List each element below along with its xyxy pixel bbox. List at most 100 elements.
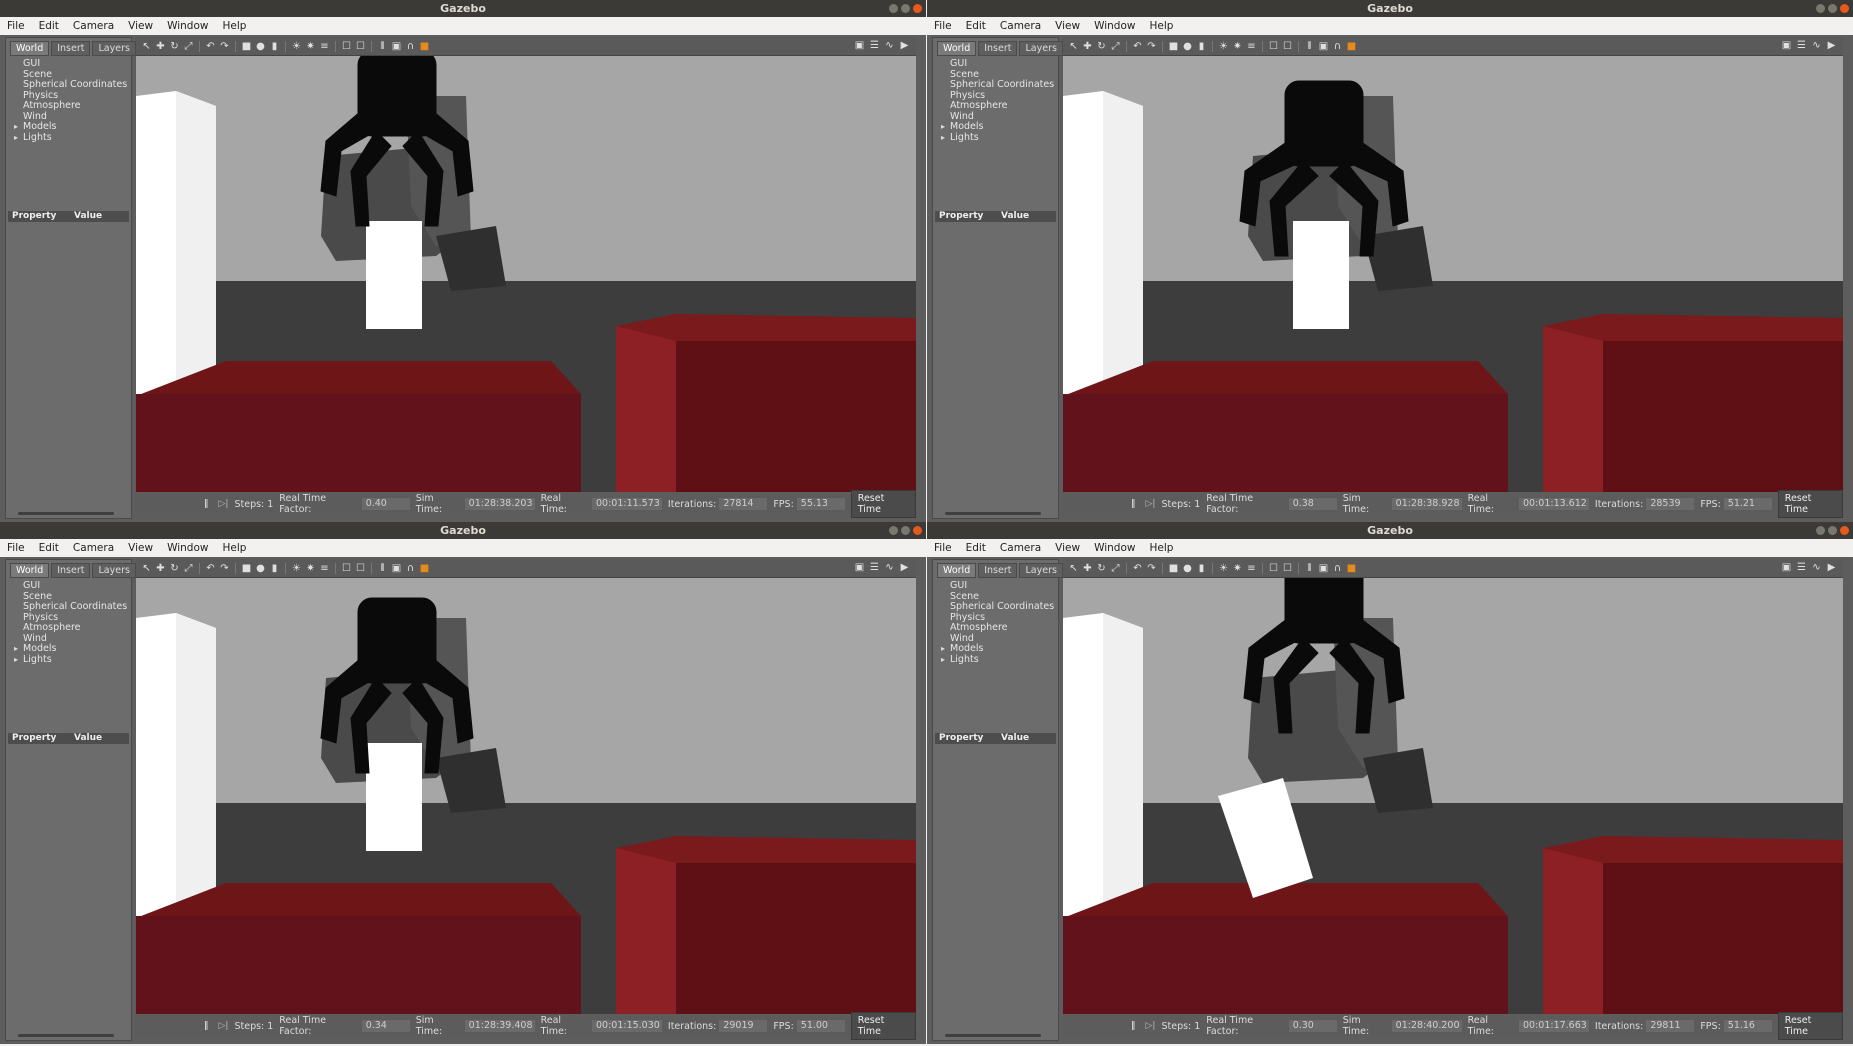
video-icon[interactable]: ▶ — [899, 562, 910, 573]
tree-item-models[interactable]: Models — [933, 643, 1058, 655]
spot-light-icon[interactable]: ✷ — [1232, 563, 1243, 574]
point-light-icon[interactable]: ☀ — [291, 41, 302, 52]
plot-icon[interactable]: ∿ — [1811, 40, 1822, 51]
align-icon[interactable]: ⫴ — [1304, 563, 1315, 574]
close-icon[interactable] — [1840, 526, 1849, 535]
menu-file[interactable]: File — [927, 20, 959, 32]
menu-view[interactable]: View — [121, 542, 160, 554]
plot-icon[interactable]: ∿ — [884, 40, 895, 51]
menu-help[interactable]: Help — [215, 542, 253, 554]
tree-item-lights[interactable]: Lights — [933, 654, 1058, 666]
menu-help[interactable]: Help — [1142, 20, 1180, 32]
magnet-icon[interactable]: ∩ — [1332, 563, 1343, 574]
panel-tab-world[interactable]: World — [10, 563, 50, 578]
align-icon[interactable]: ⫴ — [1304, 41, 1315, 52]
cylinder-icon[interactable]: ▮ — [1196, 41, 1207, 52]
tree-item-lights[interactable]: Lights — [6, 132, 131, 144]
box-icon[interactable]: ■ — [241, 563, 252, 574]
tree-item-models[interactable]: Models — [6, 121, 131, 133]
step-icon[interactable]: ▷| — [1146, 1021, 1156, 1031]
paste-icon[interactable]: ☐ — [1282, 41, 1293, 52]
screenshot-icon[interactable]: ▣ — [854, 40, 865, 51]
scale-icon[interactable]: ⤢ — [183, 563, 194, 574]
paste-icon[interactable]: ☐ — [1282, 563, 1293, 574]
point-light-icon[interactable]: ☀ — [1218, 41, 1229, 52]
magnet-icon[interactable]: ∩ — [405, 563, 416, 574]
panel-scrollbar[interactable] — [18, 1034, 114, 1037]
paste-icon[interactable]: ☐ — [355, 563, 366, 574]
rotate-icon[interactable]: ↻ — [169, 41, 180, 52]
box-icon[interactable]: ■ — [241, 41, 252, 52]
sphere-icon[interactable]: ● — [255, 563, 266, 574]
tree-item-gui[interactable]: GUI — [933, 58, 1058, 70]
copy-icon[interactable]: ☐ — [341, 563, 352, 574]
close-icon[interactable] — [913, 4, 922, 13]
copy-icon[interactable]: ☐ — [1268, 41, 1279, 52]
tree-item-atmosphere[interactable]: Atmosphere — [933, 622, 1058, 634]
orange-mode-icon[interactable]: ■ — [419, 563, 430, 574]
menu-camera[interactable]: Camera — [993, 542, 1048, 554]
undo-icon[interactable]: ↶ — [205, 41, 216, 52]
menu-file[interactable]: File — [0, 20, 32, 32]
directional-light-icon[interactable]: ≡ — [1246, 563, 1257, 574]
scale-icon[interactable]: ⤢ — [1110, 41, 1121, 52]
snap-icon[interactable]: ▣ — [391, 563, 402, 574]
directional-light-icon[interactable]: ≡ — [319, 563, 330, 574]
pause-icon[interactable]: ‖ — [204, 1021, 209, 1031]
point-light-icon[interactable]: ☀ — [291, 563, 302, 574]
menu-view[interactable]: View — [1048, 542, 1087, 554]
close-icon[interactable] — [1840, 4, 1849, 13]
maximize-icon[interactable] — [1828, 526, 1837, 535]
snap-icon[interactable]: ▣ — [391, 41, 402, 52]
plot-icon[interactable]: ∿ — [884, 562, 895, 573]
menu-window[interactable]: Window — [160, 542, 215, 554]
align-icon[interactable]: ⫴ — [377, 41, 388, 52]
panel-tab-insert[interactable]: Insert — [51, 41, 91, 56]
rotate-icon[interactable]: ↻ — [1096, 41, 1107, 52]
select-icon[interactable]: ↖ — [1068, 563, 1079, 574]
minimize-icon[interactable] — [889, 526, 898, 535]
tree-item-gui[interactable]: GUI — [6, 580, 131, 592]
tree-item-atmosphere[interactable]: Atmosphere — [6, 622, 131, 634]
menu-edit[interactable]: Edit — [959, 20, 993, 32]
pause-icon[interactable]: ‖ — [1131, 1021, 1136, 1031]
reset-time-button[interactable]: Reset Time — [1777, 1012, 1843, 1040]
select-icon[interactable]: ↖ — [141, 563, 152, 574]
3d-viewport[interactable] — [1063, 578, 1843, 1014]
snap-icon[interactable]: ▣ — [1318, 41, 1329, 52]
panel-tab-world[interactable]: World — [937, 563, 977, 578]
menu-edit[interactable]: Edit — [32, 542, 66, 554]
sphere-icon[interactable]: ● — [255, 41, 266, 52]
menu-camera[interactable]: Camera — [66, 20, 121, 32]
rotate-icon[interactable]: ↻ — [1096, 563, 1107, 574]
minimize-icon[interactable] — [889, 4, 898, 13]
log-icon[interactable]: ☰ — [869, 40, 880, 51]
translate-icon[interactable]: ✚ — [1082, 563, 1093, 574]
tree-item-gui[interactable]: GUI — [6, 58, 131, 70]
panel-tab-world[interactable]: World — [937, 41, 977, 56]
steps-value[interactable]: 1 — [267, 499, 273, 510]
tree-item-models[interactable]: Models — [6, 643, 131, 655]
spot-light-icon[interactable]: ✷ — [305, 563, 316, 574]
sphere-icon[interactable]: ● — [1182, 41, 1193, 52]
redo-icon[interactable]: ↷ — [219, 563, 230, 574]
menu-camera[interactable]: Camera — [993, 20, 1048, 32]
video-icon[interactable]: ▶ — [1826, 562, 1837, 573]
video-icon[interactable]: ▶ — [899, 40, 910, 51]
maximize-icon[interactable] — [901, 526, 910, 535]
pause-icon[interactable]: ‖ — [1131, 499, 1136, 509]
tree-item-lights[interactable]: Lights — [933, 132, 1058, 144]
screenshot-icon[interactable]: ▣ — [1781, 40, 1792, 51]
tree-item-spherical-coordinates[interactable]: Spherical Coordinates — [6, 79, 131, 91]
menu-window[interactable]: Window — [1087, 542, 1142, 554]
redo-icon[interactable]: ↷ — [1146, 41, 1157, 52]
steps-value[interactable]: 1 — [267, 1021, 273, 1032]
spot-light-icon[interactable]: ✷ — [1232, 41, 1243, 52]
menu-window[interactable]: Window — [160, 20, 215, 32]
menu-edit[interactable]: Edit — [959, 542, 993, 554]
magnet-icon[interactable]: ∩ — [405, 41, 416, 52]
box-icon[interactable]: ■ — [1168, 563, 1179, 574]
maximize-icon[interactable] — [901, 4, 910, 13]
menu-window[interactable]: Window — [1087, 20, 1142, 32]
panel-scrollbar[interactable] — [945, 1034, 1041, 1037]
